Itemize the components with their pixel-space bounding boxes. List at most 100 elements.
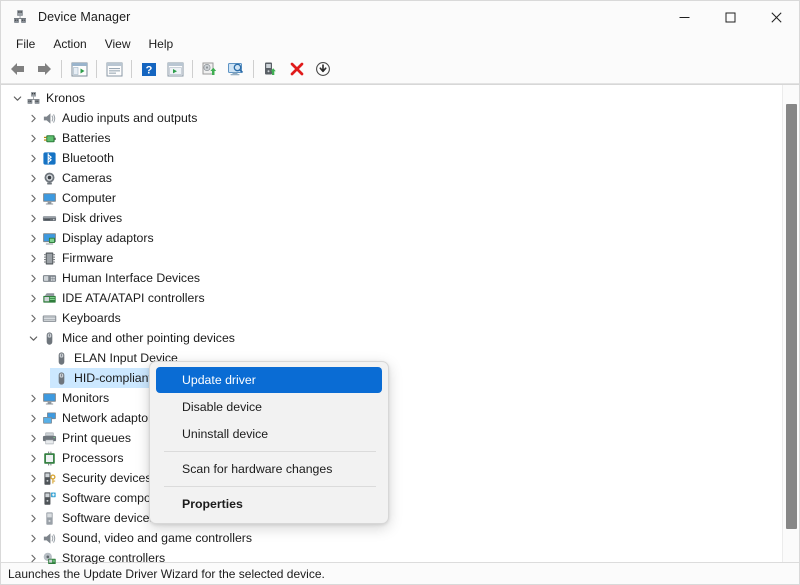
device-tree: Kronos Audio inputs an [1, 85, 799, 564]
chevron-right-icon[interactable] [25, 408, 41, 428]
context-menu: Update driver Disable device Uninstall d… [149, 361, 389, 524]
chevron-right-icon[interactable] [25, 388, 41, 408]
chevron-right-icon[interactable] [25, 428, 41, 448]
help-button[interactable]: ? [136, 57, 162, 81]
chevron-right-icon[interactable] [25, 208, 41, 228]
toolbar-separator-4 [192, 60, 193, 78]
chevron-down-icon[interactable] [25, 328, 41, 348]
toolbar-separator-5 [253, 60, 254, 78]
disable-device-button[interactable] [310, 57, 336, 81]
svg-text:?: ? [146, 64, 153, 76]
tree-row-elan-input-device[interactable]: ELAN Input Device [1, 348, 799, 368]
tree-row-human-interface-devices[interactable]: Human Interface Devices [1, 268, 799, 288]
tree-row-sound-video-and-game-controllers[interactable]: Sound, video and game controllers [1, 528, 799, 548]
tree-row-display-adaptors[interactable]: Display adaptors [1, 228, 799, 248]
context-menu-item-scan-for-hardware-changes[interactable]: Scan for hardware changes [156, 456, 382, 482]
display-adapter-icon [41, 230, 57, 246]
chevron-down-icon[interactable] [9, 88, 25, 108]
tree-label: Audio inputs and outputs [62, 108, 197, 128]
tree-row-cameras[interactable]: Cameras [1, 168, 799, 188]
speaker-icon [41, 530, 57, 546]
chevron-right-icon[interactable] [25, 128, 41, 148]
tree-label: Batteries [62, 128, 111, 148]
context-menu-item-update-driver[interactable]: Update driver [156, 367, 382, 393]
chevron-right-icon[interactable] [25, 188, 41, 208]
tree-label: Display adaptors [62, 228, 154, 248]
window-title: Device Manager [38, 10, 130, 24]
scan-hardware-changes-button[interactable] [223, 57, 249, 81]
tree-label: Print queues [62, 428, 131, 448]
tree-row-audio-inputs-and-outputs[interactable]: Audio inputs and outputs [1, 108, 799, 128]
tree-label: Computer [62, 188, 116, 208]
menu-action[interactable]: Action [44, 35, 95, 53]
context-menu-item-uninstall-device[interactable]: Uninstall device [156, 421, 382, 447]
tree-row-network-adaptors[interactable]: Network adaptors [1, 408, 799, 428]
toolbar-separator-2 [96, 60, 97, 78]
tree-label: Keyboards [62, 308, 121, 328]
tree-row-firmware[interactable]: Firmware [1, 248, 799, 268]
context-menu-item-properties[interactable]: Properties [156, 491, 382, 517]
chevron-right-icon[interactable] [25, 228, 41, 248]
chevron-right-icon[interactable] [25, 308, 41, 328]
tree-row-hid-compliant-mouse[interactable]: HID-compliant mouse [1, 368, 799, 388]
disk-drive-icon [41, 210, 57, 226]
tree-row-ide-ata-atapi-controllers[interactable]: IDE ATA/ATAPI controllers [1, 288, 799, 308]
tree-row-monitors[interactable]: Monitors [1, 388, 799, 408]
context-menu-item-disable-device[interactable]: Disable device [156, 394, 382, 420]
menu-help[interactable]: Help [140, 35, 183, 53]
tree-row-security-devices[interactable]: Security devices [1, 468, 799, 488]
tree-label: Firmware [62, 248, 113, 268]
menu-view[interactable]: View [96, 35, 140, 53]
view-panel-button[interactable] [162, 57, 188, 81]
tree-row-software-devices[interactable]: Software devices [1, 508, 799, 528]
back-button[interactable] [5, 57, 31, 81]
tree-row-computer[interactable]: Computer [1, 188, 799, 208]
chevron-right-icon[interactable] [25, 528, 41, 548]
chevron-right-icon[interactable] [25, 488, 41, 508]
chevron-right-icon[interactable] [25, 508, 41, 528]
tree-row-mice-and-other-pointing-devices[interactable]: Mice and other pointing devices [1, 328, 799, 348]
chevron-right-icon[interactable] [25, 548, 41, 564]
chevron-right-icon[interactable] [25, 268, 41, 288]
chevron-right-icon[interactable] [25, 108, 41, 128]
chevron-right-icon[interactable] [25, 448, 41, 468]
monitor-icon [41, 390, 57, 406]
tree-row-keyboards[interactable]: Keyboards [1, 308, 799, 328]
status-bar-text: Launches the Update Driver Wizard for th… [8, 567, 325, 581]
chevron-right-icon[interactable] [25, 148, 41, 168]
chevron-right-icon[interactable] [25, 288, 41, 308]
tree-row-software-components[interactable]: Software components [1, 488, 799, 508]
minimize-button[interactable] [661, 1, 707, 33]
tree-row-batteries[interactable]: Batteries [1, 128, 799, 148]
properties-button[interactable] [101, 57, 127, 81]
mouse-icon [53, 350, 69, 366]
tree-label: Kronos [46, 88, 85, 108]
tree-row-kronos[interactable]: Kronos [1, 88, 799, 108]
forward-button[interactable] [31, 57, 57, 81]
keyboard-icon [41, 310, 57, 326]
storage-controller-icon [41, 550, 57, 564]
update-driver-button[interactable] [197, 57, 223, 81]
tree-label: Processors [62, 448, 124, 468]
scrollbar-thumb[interactable] [786, 104, 797, 529]
tree-row-print-queues[interactable]: Print queues [1, 428, 799, 448]
chevron-right-icon[interactable] [25, 468, 41, 488]
security-key-icon [41, 470, 57, 486]
tree-row-processors[interactable]: Processors [1, 448, 799, 468]
vertical-scrollbar[interactable] [782, 85, 799, 564]
close-button[interactable] [753, 1, 799, 33]
toolbar: ? [1, 55, 799, 84]
uninstall-device-button[interactable] [284, 57, 310, 81]
show-hide-console-tree-button[interactable] [66, 57, 92, 81]
bluetooth-icon [41, 150, 57, 166]
firmware-chip-icon [41, 250, 57, 266]
maximize-button[interactable] [707, 1, 753, 33]
menu-file[interactable]: File [7, 35, 44, 53]
tree-row-disk-drives[interactable]: Disk drives [1, 208, 799, 228]
menu-bar: File Action View Help [1, 33, 799, 55]
chevron-right-icon[interactable] [25, 168, 41, 188]
enable-device-button[interactable] [258, 57, 284, 81]
chevron-right-icon[interactable] [25, 248, 41, 268]
tree-row-bluetooth[interactable]: Bluetooth [1, 148, 799, 168]
tree-label: Storage controllers [62, 548, 165, 564]
